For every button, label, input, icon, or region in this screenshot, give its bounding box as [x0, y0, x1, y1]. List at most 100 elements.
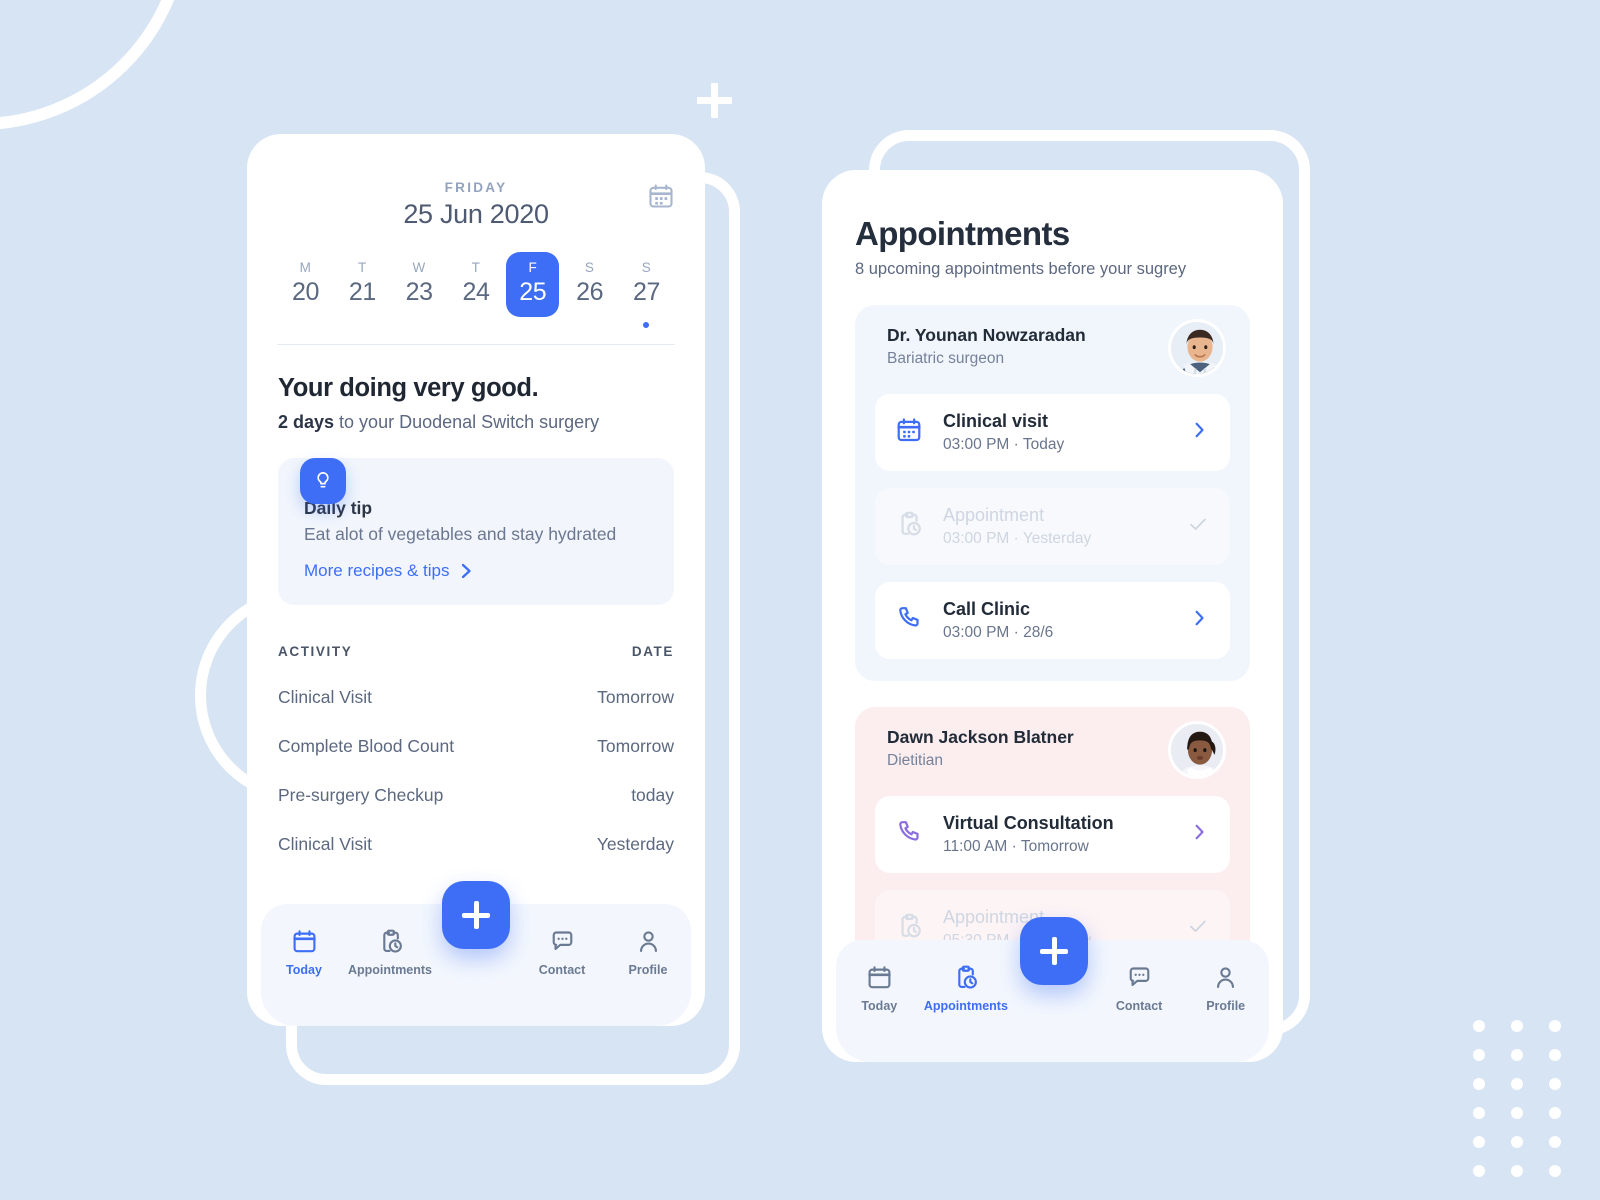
nav-item-profile[interactable]: Profile	[605, 928, 691, 977]
calendar-icon	[292, 930, 316, 953]
add-button-right[interactable]	[1020, 917, 1088, 985]
nav-item-label: Appointments	[347, 963, 433, 977]
decorative-dot	[1549, 1107, 1561, 1119]
week-day-number: 27	[632, 278, 660, 306]
event-dot-indicator	[643, 322, 650, 328]
check-icon[interactable]	[1186, 914, 1210, 943]
date-label: 25 Jun 2020	[403, 199, 549, 229]
appointment-row[interactable]: Appointment 03:00 PM · Yesterday	[875, 488, 1230, 565]
appointment-text: Call Clinic 03:00 PM · 28/6	[943, 599, 1168, 642]
chevron-right-icon[interactable]	[1188, 419, 1210, 446]
nav-item-label: Profile	[628, 963, 668, 977]
nav-item-label: Profile	[1206, 999, 1246, 1013]
daily-tip-title: Daily tip	[304, 498, 373, 518]
week-day-letter: S	[584, 260, 595, 275]
page-title: Your doing very good.	[278, 374, 539, 402]
avatar	[1168, 721, 1226, 779]
nav-item-appointments[interactable]: Appointments	[923, 964, 1010, 1013]
decorative-dot	[1473, 1165, 1485, 1177]
decorative-dot-grid	[1473, 1020, 1579, 1180]
person-icon	[639, 931, 657, 953]
appointments-page-title: Appointments	[855, 215, 1070, 252]
appointments-content: Appointments 8 upcoming appointments bef…	[822, 170, 1283, 989]
appointment-type-icon	[895, 604, 923, 637]
decorative-dot	[1511, 1165, 1523, 1177]
appointment-group: Dr. Younan Nowzaradan Bariatric surgeon …	[855, 305, 1250, 681]
week-day-27[interactable]: S 27	[620, 252, 673, 328]
today-header: FRIDAY 25 Jun 2020 M 20 T 21 W 23 T 24 F 25 S 26 S 27	[247, 134, 705, 328]
surgery-countdown: 2 days to your Duodenal Switch surgery	[278, 412, 674, 433]
check-icon	[1190, 518, 1206, 530]
nav-item-contact[interactable]: Contact	[1096, 964, 1183, 1013]
person-icon	[1217, 967, 1235, 989]
decorative-dot	[1549, 1049, 1561, 1061]
decorative-dot	[1549, 1165, 1561, 1177]
appointment-text: Appointment 03:00 PM · Yesterday	[943, 505, 1166, 548]
chevron-right-icon[interactable]	[1188, 821, 1210, 848]
check-icon[interactable]	[1186, 512, 1210, 541]
decorative-dot	[1473, 1136, 1485, 1148]
week-day-23[interactable]: W 23	[393, 252, 446, 317]
provider-name: Dawn Jackson Blatner	[887, 727, 1074, 747]
week-day-letter: M	[299, 260, 312, 275]
week-day-letter: T	[471, 260, 481, 275]
nav-item-contact[interactable]: Contact	[519, 928, 605, 977]
provider-info: Dr. Younan Nowzaradan Bariatric surgeon	[887, 325, 1086, 368]
clipboard-clock-icon	[901, 511, 921, 536]
appointment-text: Clinical visit 03:00 PM · Today	[943, 411, 1168, 454]
appointment-row[interactable]: Call Clinic 03:00 PM · 28/6	[875, 582, 1230, 659]
provider-header: Dawn Jackson Blatner Dietitian	[875, 721, 1230, 779]
clipboard-clock-icon	[958, 965, 978, 989]
week-day-25[interactable]: F 25	[506, 252, 560, 317]
decorative-dot	[1549, 1020, 1561, 1032]
activity-list: Clinical Visit Tomorrow Complete Blood Cou…	[278, 687, 674, 855]
appointment-row[interactable]: Virtual Consultation 11:00 AM · Tomorrow	[875, 796, 1230, 873]
appointment-row[interactable]: Clinical visit 03:00 PM · Today	[875, 394, 1230, 471]
doctor-avatar	[1171, 322, 1223, 374]
week-day-24[interactable]: T 24	[449, 252, 502, 317]
today-content: Your doing very good. 2 days to your Duo…	[247, 374, 705, 855]
chevron-right-icon[interactable]	[1188, 607, 1210, 634]
provider-header: Dr. Younan Nowzaradan Bariatric surgeon	[875, 319, 1230, 377]
activity-row[interactable]: Pre-surgery Checkup today	[278, 785, 674, 806]
week-day-20[interactable]: M 20	[279, 252, 332, 317]
week-day-26[interactable]: S 26	[563, 252, 616, 317]
calendar-icon[interactable]	[647, 182, 675, 215]
nav-item-today[interactable]: Today	[261, 928, 347, 977]
phone-icon	[899, 607, 919, 627]
provider-name: Dr. Younan Nowzaradan	[887, 325, 1086, 345]
date-column-label: DATE	[631, 644, 674, 660]
activity-row[interactable]: Complete Blood Count Tomorrow	[278, 736, 674, 757]
week-strip[interactable]: M 20 T 21 W 23 T 24 F 25 S 26 S 27	[277, 252, 675, 328]
appointment-type-icon	[895, 510, 923, 543]
add-button-left[interactable]	[442, 881, 510, 949]
week-day-21[interactable]: T 21	[336, 252, 389, 317]
provider-info: Dawn Jackson Blatner Dietitian	[887, 727, 1074, 770]
nav-item-label: Today	[286, 963, 322, 977]
countdown-rest: to your Duodenal Switch surgery	[334, 412, 600, 432]
nav-item-profile[interactable]: Profile	[1182, 964, 1269, 1013]
lightbulb-icon	[300, 458, 346, 504]
daily-tip-text: Eat alot of vegetables and stay hydrated	[304, 524, 617, 544]
activity-date: Tomorrow	[597, 736, 674, 757]
chat-icon	[552, 931, 572, 950]
decorative-dot	[1511, 1107, 1523, 1119]
appointment-groups: Dr. Younan Nowzaradan Bariatric surgeon …	[855, 305, 1250, 989]
decorative-dot	[1511, 1020, 1523, 1032]
nav-item-today[interactable]: Today	[836, 964, 923, 1013]
decorative-plus-icon	[697, 83, 732, 118]
nav-item-label: Contact	[1115, 999, 1163, 1013]
more-recipes-link[interactable]: More recipes & tips	[304, 561, 648, 581]
activity-date: Yesterday	[596, 834, 674, 855]
nav-item-label: Contact	[538, 963, 586, 977]
activity-column-label: ACTIVITY	[278, 644, 353, 660]
chevron-right-icon	[1195, 422, 1204, 438]
appointment-time: 03:00 PM · Today	[943, 436, 1065, 453]
calendar-icon	[868, 966, 891, 989]
week-day-letter: T	[357, 260, 367, 275]
decorative-dot	[1511, 1078, 1523, 1090]
activity-row[interactable]: Clinical Visit Yesterday	[278, 834, 674, 855]
activity-row[interactable]: Clinical Visit Tomorrow	[278, 687, 674, 708]
activity-name: Pre-surgery Checkup	[278, 785, 444, 806]
nav-item-appointments[interactable]: Appointments	[347, 928, 433, 977]
